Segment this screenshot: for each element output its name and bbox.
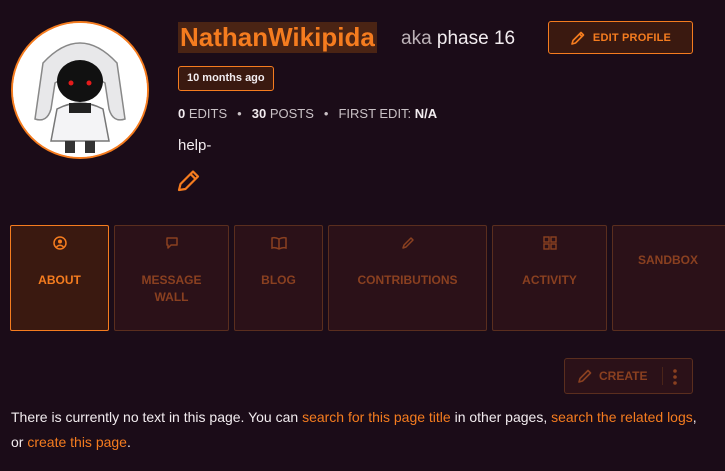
user-stats: 0 EDITS • 30 POSTS • FIRST EDIT: N/A	[178, 106, 437, 121]
tab-activity[interactable]: ACTIVITY	[492, 225, 607, 331]
tab-blog[interactable]: BLOG	[234, 225, 323, 331]
search-related-logs-link[interactable]: search the related logs	[551, 409, 693, 425]
tab-sandbox[interactable]: SANDBOX	[612, 225, 725, 331]
stat-separator: •	[237, 106, 242, 121]
edit-profile-label: EDIT PROFILE	[592, 31, 672, 44]
tenure-badge: 10 months ago	[178, 66, 274, 91]
pencil-icon	[578, 369, 592, 383]
username: NathanWikipida	[178, 22, 377, 53]
edits-stat[interactable]: 0 EDITS	[178, 106, 227, 121]
tab-contributions[interactable]: CONTRIBUTIONS	[328, 225, 487, 331]
create-page-link[interactable]: create this page	[27, 434, 127, 450]
tab-label: ACTIVITY	[522, 273, 577, 287]
first-edit-stat: FIRST EDIT: N/A	[338, 106, 438, 121]
tab-label: MESSAGE WALL	[141, 273, 202, 304]
avatar[interactable]	[11, 21, 149, 159]
tab-label: CONTRIBUTIONS	[357, 273, 458, 287]
avatar-image	[13, 23, 147, 157]
stat-separator: •	[323, 106, 329, 121]
bio-text: help-	[178, 137, 212, 154]
pencil-icon	[177, 170, 200, 192]
empty-page-notice: There is currently no text in this page.…	[11, 409, 697, 450]
edit-bio-button[interactable]	[177, 168, 203, 197]
book-icon	[270, 236, 287, 250]
grid-icon	[542, 236, 557, 250]
nickname: phase 16	[436, 28, 516, 49]
search-page-title-link[interactable]: search for this page title	[302, 409, 451, 425]
user-circle-icon	[52, 236, 67, 250]
aka: aka phase 16	[401, 28, 515, 50]
more-vertical-icon	[673, 369, 677, 385]
tab-message-wall[interactable]: MESSAGE WALL	[114, 225, 229, 331]
create-button[interactable]: CREATE	[564, 358, 693, 394]
edit-profile-button[interactable]: EDIT PROFILE	[548, 21, 693, 54]
posts-stat[interactable]: 30 POSTS	[252, 106, 314, 121]
create-label: CREATE	[599, 369, 648, 383]
tab-label: ABOUT	[38, 273, 81, 287]
pencil-icon	[571, 31, 585, 45]
speech-bubble-icon	[165, 237, 178, 249]
tab-label: BLOG	[261, 273, 296, 287]
pencil-icon	[401, 237, 414, 249]
aka-label: aka	[401, 28, 432, 49]
divider	[662, 367, 663, 385]
more-options-button[interactable]	[672, 368, 678, 389]
tab-about[interactable]: ABOUT	[10, 225, 109, 331]
tab-label: SANDBOX	[637, 253, 698, 267]
